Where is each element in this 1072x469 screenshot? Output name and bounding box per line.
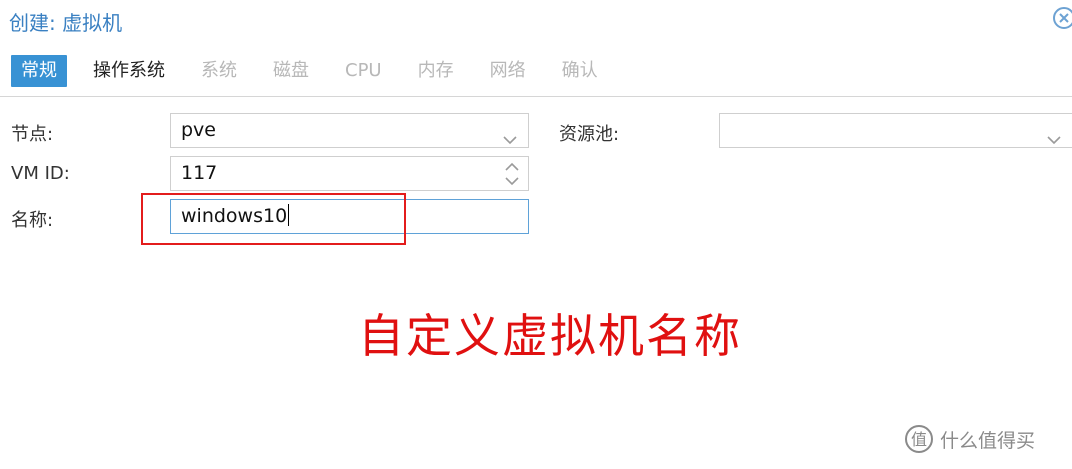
node-select[interactable]: pve xyxy=(170,113,529,148)
annotation-text: 自定义虚拟机名称 xyxy=(358,309,742,363)
tab-system[interactable]: 系统 xyxy=(191,55,247,87)
close-icon[interactable] xyxy=(1053,7,1072,29)
node-label: 节点: xyxy=(11,124,54,145)
svg-text:值: 值 xyxy=(911,430,927,449)
tab-memory[interactable]: 内存 xyxy=(408,55,464,87)
tab-general[interactable]: 常规 xyxy=(11,55,67,87)
text-cursor xyxy=(288,204,290,226)
vmid-label: VM ID: xyxy=(11,163,70,184)
pool-select[interactable] xyxy=(719,113,1072,148)
chevron-down-icon[interactable] xyxy=(1046,124,1062,157)
watermark-text: 什么值得买 xyxy=(940,429,1036,452)
tab-divider xyxy=(0,96,1072,97)
vmid-input[interactable]: 117 xyxy=(170,156,529,191)
watermark: 值 什么值得买 xyxy=(904,424,1035,454)
name-input[interactable]: windows10 xyxy=(170,199,529,234)
spinner-icon[interactable] xyxy=(504,161,520,198)
name-value: windows10 xyxy=(181,205,288,227)
dialog-title: 创建: 虚拟机 xyxy=(9,11,123,35)
tab-disk[interactable]: 磁盘 xyxy=(263,55,319,87)
node-value: pve xyxy=(181,119,216,141)
tab-cpu[interactable]: CPU xyxy=(335,55,392,87)
tab-confirm[interactable]: 确认 xyxy=(552,55,608,87)
chevron-down-icon[interactable] xyxy=(502,124,518,157)
pool-label: 资源池: xyxy=(559,124,620,145)
smzdm-logo-icon: 值 xyxy=(905,425,933,453)
name-label: 名称: xyxy=(11,210,54,231)
tab-os[interactable]: 操作系统 xyxy=(83,55,175,87)
tab-network[interactable]: 网络 xyxy=(480,55,536,87)
vmid-value: 117 xyxy=(181,162,218,184)
wizard-tabs: 常规 操作系统 系统 磁盘 CPU 内存 网络 确认 xyxy=(11,54,624,88)
